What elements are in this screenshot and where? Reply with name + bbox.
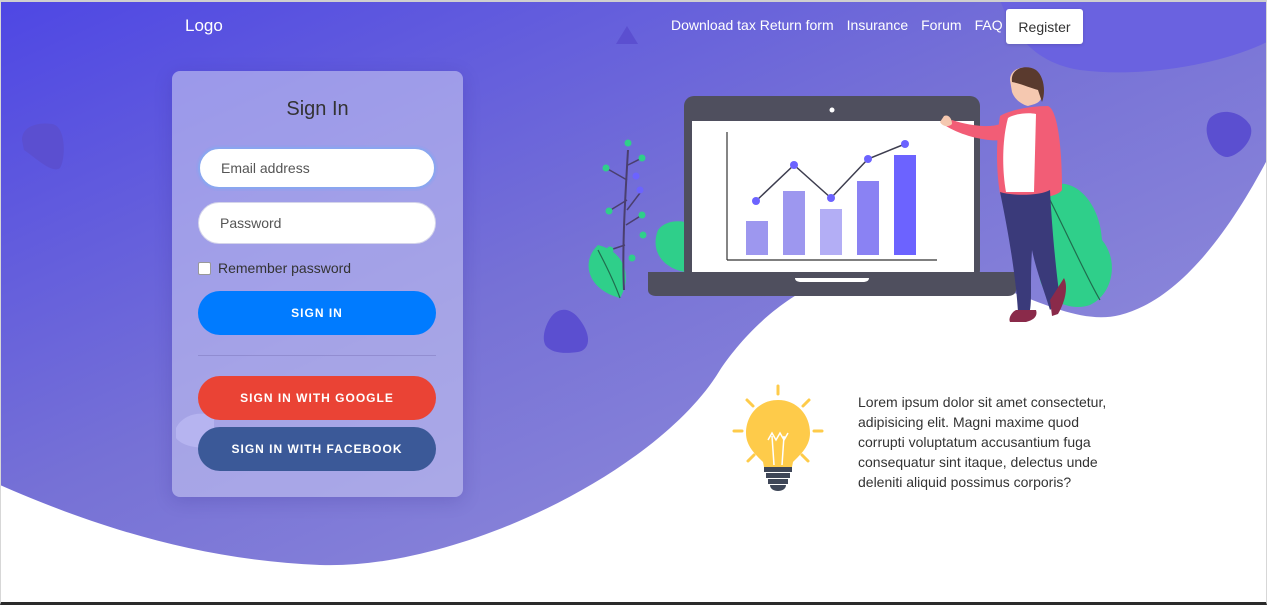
remember-password-label[interactable]: Remember password [218, 260, 351, 276]
logo[interactable]: Logo [185, 16, 223, 36]
nav-link-insurance[interactable]: Insurance [847, 17, 908, 33]
chart-point [752, 197, 760, 205]
remember-password-checkbox[interactable] [198, 261, 211, 275]
chart-bar [894, 155, 916, 255]
chart-point [901, 140, 909, 148]
divider [198, 355, 436, 356]
chart-bar [783, 191, 805, 255]
chart-bar [857, 181, 879, 255]
info-text: Lorem ipsum dolor sit amet consectetur, … [858, 394, 1107, 490]
signin-title: Sign In [286, 98, 349, 120]
password-field[interactable] [198, 202, 436, 244]
remember-password: Remember password [198, 260, 351, 276]
nav-link-download-tax-return-form[interactable]: Download tax Return form [671, 17, 834, 33]
signin-google-button[interactable]: SIGN IN WITH GOOGLE [198, 376, 436, 420]
signin-facebook-button[interactable]: SIGN IN WITH FACEBOOK [198, 427, 436, 471]
chart-bar [746, 221, 768, 255]
page: Logo Download tax Return form Insurance … [0, 0, 1267, 605]
chart-point [790, 161, 798, 169]
top-nav: Download tax Return form Insurance Forum… [671, 17, 1016, 33]
chart-point [864, 155, 872, 163]
signin-button[interactable]: SIGN IN [198, 291, 436, 335]
register-button[interactable]: Register [1006, 9, 1083, 44]
nav-link-faq[interactable]: FAQ [975, 17, 1003, 33]
nav-link-forum[interactable]: Forum [921, 17, 961, 33]
chart-point [827, 194, 835, 202]
chart-bar [820, 209, 842, 255]
email-field[interactable] [198, 147, 436, 189]
signin-card: Sign In Remember password SIGN IN SIGN I… [172, 71, 463, 497]
chart-line [755, 143, 906, 202]
